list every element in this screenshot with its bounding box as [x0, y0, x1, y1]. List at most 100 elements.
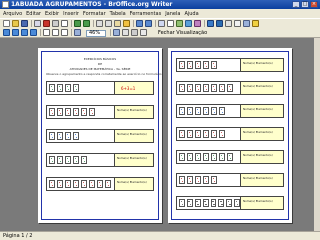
answer-box[interactable]: Nome(s) Elemento(s) [241, 82, 283, 94]
answer-box[interactable]: Nome(s) Elemento(s) [115, 130, 153, 142]
full-screen-icon[interactable] [122, 29, 129, 36]
print-preview-icon[interactable] [61, 20, 68, 27]
maximize-button[interactable]: □ [301, 1, 309, 8]
print-options-icon[interactable] [140, 29, 147, 36]
domino-card [227, 153, 233, 161]
domino-card [57, 132, 63, 140]
toolbar-separator [40, 29, 41, 36]
exercise-row: Nome(s) Elemento(s) [46, 105, 154, 119]
answer-box[interactable]: Nome(s) Elemento(s) [241, 105, 283, 117]
close-window-button[interactable]: × [310, 1, 318, 8]
domino-card [73, 180, 79, 188]
format-paintbrush-icon[interactable] [123, 20, 130, 27]
two-pages-icon[interactable] [43, 29, 50, 36]
menu-tabela[interactable]: Tabela [110, 11, 126, 17]
domino-card [211, 130, 217, 138]
nonprinting-chars-icon[interactable] [234, 20, 241, 27]
domino-card [187, 107, 193, 115]
first-page-icon[interactable] [21, 29, 28, 36]
print-icon[interactable] [52, 20, 59, 27]
domino-card [211, 176, 217, 184]
domino-card [179, 84, 185, 92]
answer-label: Nome(s) Elemento(s) [243, 107, 273, 111]
exercise-row: Nome(s) Elemento(s) [176, 58, 284, 72]
next-page-icon[interactable] [12, 29, 19, 36]
domino-card [195, 107, 201, 115]
menu-exibir[interactable]: Exibir [45, 11, 59, 17]
minimize-button[interactable]: _ [292, 1, 300, 8]
domino-card [218, 199, 225, 207]
answer-box[interactable]: Nome(s) Elemento(s) [115, 106, 153, 118]
new-document-icon[interactable] [3, 20, 10, 27]
find-replace-icon[interactable] [207, 20, 214, 27]
domino-card [65, 156, 71, 164]
multiple-pages-icon[interactable] [52, 29, 59, 36]
spellcheck-icon[interactable] [74, 20, 81, 27]
redo-icon[interactable] [145, 20, 152, 27]
hyperlink-icon[interactable] [158, 20, 165, 27]
menu-formatar[interactable]: Formatar [83, 11, 106, 17]
menu-editar[interactable]: Editar [26, 11, 41, 17]
answer-box[interactable]: 6+3=1 [115, 82, 153, 94]
zoom-icon[interactable] [243, 20, 250, 27]
open-folder-icon[interactable] [12, 20, 19, 27]
draw-functions-icon[interactable] [194, 20, 201, 27]
domino-card [73, 84, 79, 92]
navigator-icon[interactable] [216, 20, 223, 27]
domino-cards [177, 82, 241, 94]
menu-arquivo[interactable]: Arquivo [3, 11, 22, 17]
zoom-out-icon[interactable] [113, 29, 120, 36]
gallery-icon[interactable] [225, 20, 232, 27]
domino-card [211, 153, 217, 161]
image-icon[interactable] [176, 20, 183, 27]
exercise-row: Nome(s) Elemento(s) [176, 173, 284, 187]
example-answer: 6+3=1 [121, 86, 136, 91]
document-title-line-1: EXERCÍCIOS BÁSICOS [83, 57, 117, 61]
chart-icon[interactable] [185, 20, 192, 27]
menu-ajuda[interactable]: Ajuda [184, 11, 198, 17]
domino-card [195, 176, 201, 184]
answer-box[interactable]: Nome(s) Elemento(s) [241, 174, 283, 186]
zoom-in-icon[interactable] [74, 29, 81, 36]
help-icon[interactable] [252, 20, 259, 27]
domino-card [203, 107, 209, 115]
answer-box[interactable]: Nome(s) Elemento(s) [115, 154, 153, 166]
close-preview-button[interactable]: Fechar Visualização [158, 30, 207, 36]
last-page-icon[interactable] [30, 29, 37, 36]
answer-label: Nome(s) Elemento(s) [117, 180, 147, 184]
answer-box[interactable]: Nome(s) Elemento(s) [241, 197, 283, 209]
paste-icon[interactable] [114, 20, 121, 27]
save-icon[interactable] [21, 20, 28, 27]
answer-box[interactable]: Nome(s) Elemento(s) [241, 59, 283, 71]
email-icon[interactable] [34, 20, 41, 27]
answer-box[interactable]: Nome(s) Elemento(s) [241, 128, 283, 140]
answer-box[interactable]: Nome(s) Elemento(s) [241, 151, 283, 163]
window-title: 1ABUADA AGRUPAMENTOS - BrOffice.org Writ… [11, 1, 173, 8]
vertical-scrollbar[interactable] [314, 38, 320, 231]
status-bar: Página 1 / 2 [0, 231, 320, 240]
domino-card [186, 199, 193, 207]
domino-card [73, 108, 79, 116]
print-page-view-icon[interactable] [131, 29, 138, 36]
table-icon[interactable] [167, 20, 174, 27]
previous-page-icon[interactable] [3, 29, 10, 36]
toolbar-separator [71, 20, 72, 27]
toolbar-separator [133, 20, 134, 27]
menu-inserir[interactable]: Inserir [63, 11, 79, 17]
document-instruction: Observe o agrupamento e responda correta… [46, 72, 162, 76]
domino-card [195, 84, 201, 92]
menu-ferramentas[interactable]: Ferramentas [130, 11, 162, 17]
book-preview-icon[interactable] [61, 29, 68, 36]
answer-box[interactable]: Nome(s) Elemento(s) [115, 178, 153, 190]
pdf-export-icon[interactable] [43, 20, 50, 27]
menu-janela[interactable]: Janela [165, 11, 180, 17]
cut-icon[interactable] [96, 20, 103, 27]
toolbar-separator [71, 29, 72, 36]
autospell-icon[interactable] [83, 20, 90, 27]
copy-icon[interactable] [105, 20, 112, 27]
undo-icon[interactable] [136, 20, 143, 27]
answer-label: Nome(s) Elemento(s) [117, 132, 147, 136]
domino-card [211, 61, 217, 69]
zoom-select[interactable]: 46% [86, 30, 106, 37]
writer-app-icon [2, 1, 9, 8]
